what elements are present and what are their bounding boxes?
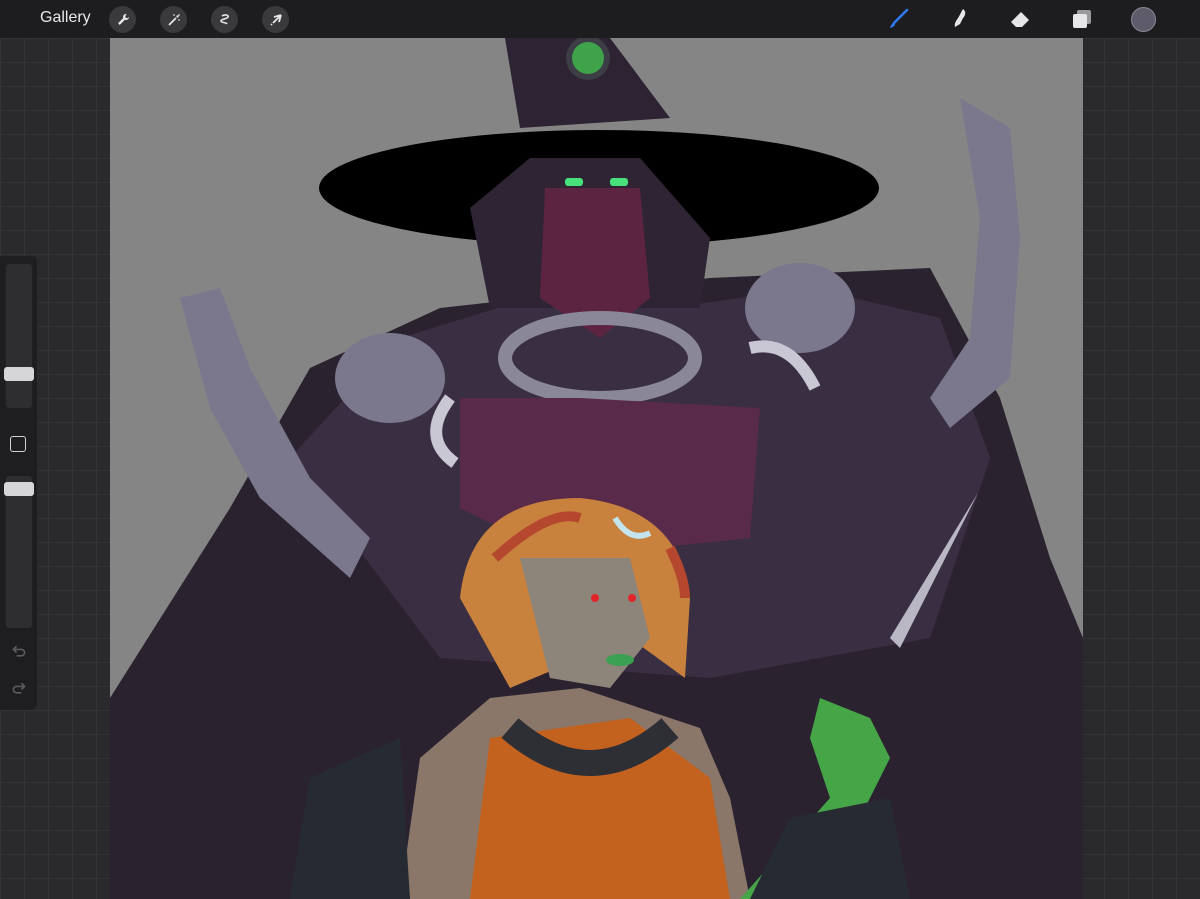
modify-button[interactable] <box>10 436 26 452</box>
redo-icon[interactable] <box>9 678 29 698</box>
top-toolbar: Gallery <box>0 0 1200 38</box>
smudge-icon[interactable] <box>945 5 973 33</box>
magic-wand-icon[interactable] <box>160 6 187 33</box>
undo-icon[interactable] <box>9 641 29 661</box>
side-panel <box>0 256 37 710</box>
artwork-illustration <box>110 38 1083 899</box>
layers-icon[interactable] <box>1068 5 1096 33</box>
brush-size-thumb[interactable] <box>4 367 34 381</box>
brush-size-slider[interactable] <box>6 264 32 408</box>
drawing-canvas[interactable] <box>110 38 1083 899</box>
color-swatch[interactable] <box>1131 7 1156 32</box>
wrench-icon[interactable] <box>109 6 136 33</box>
eraser-icon[interactable] <box>1006 5 1034 33</box>
gallery-button[interactable]: Gallery <box>40 9 91 27</box>
opacity-thumb[interactable] <box>4 482 34 496</box>
transform-arrow-icon[interactable] <box>262 6 289 33</box>
opacity-slider[interactable] <box>6 476 32 628</box>
brush-icon[interactable] <box>885 5 913 33</box>
selection-icon[interactable] <box>211 6 238 33</box>
